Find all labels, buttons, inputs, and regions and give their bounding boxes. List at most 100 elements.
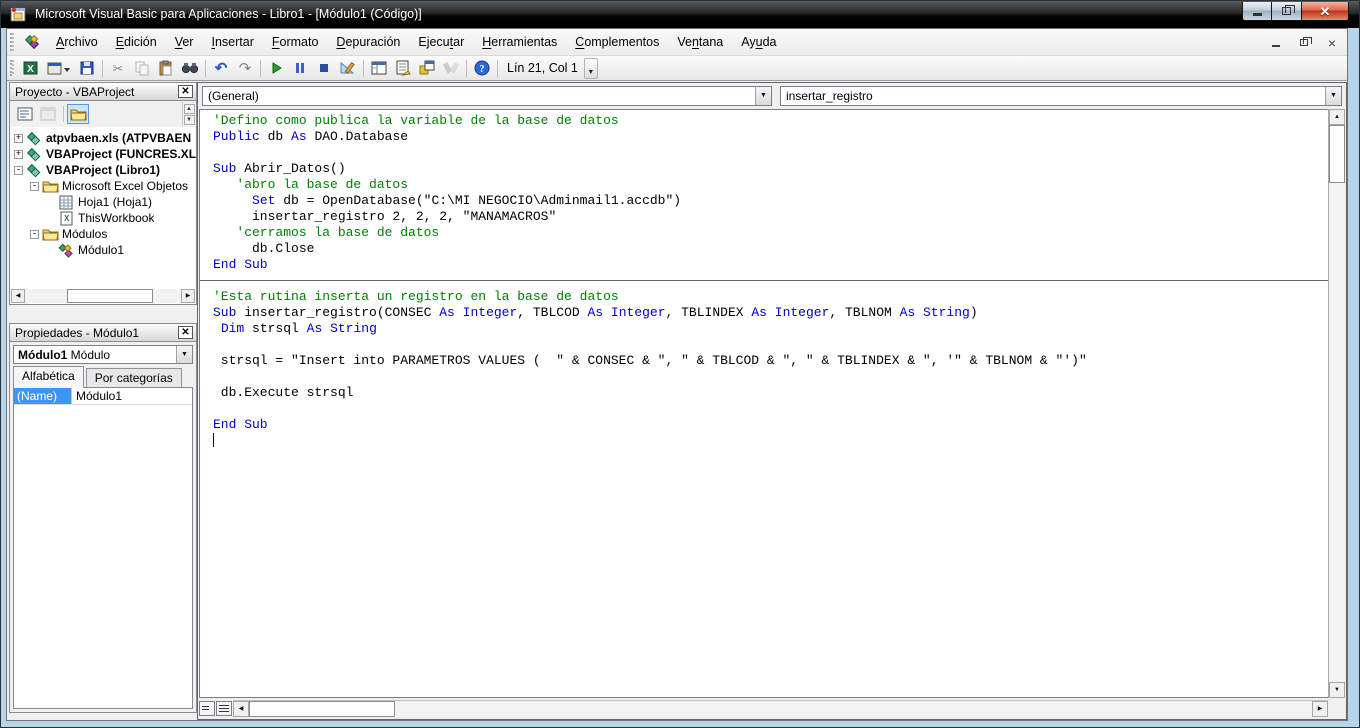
tree-item[interactable]: + atpvbaen.xls (ATPVBAEN	[10, 130, 196, 146]
hscroll-thumb[interactable]	[249, 700, 395, 717]
collapse-icon[interactable]: -	[30, 181, 39, 191]
code-line: insertar_registro 2, 2, 2, "MANAMACROS"	[213, 209, 557, 224]
toolbar-grip[interactable]	[10, 59, 15, 77]
vba-logo-icon	[23, 34, 41, 50]
toolbox-button[interactable]	[440, 58, 462, 79]
procedure-dropdown[interactable]: insertar_registro ▼	[780, 86, 1342, 106]
tree-item[interactable]: - Módulos	[10, 226, 196, 242]
scroll-down-icon[interactable]: ▼	[183, 114, 195, 125]
project-panel-header[interactable]: Proyecto - VBAProject ✕	[9, 82, 197, 101]
hscroll-thumb[interactable]	[67, 289, 153, 303]
mdi-restore-button[interactable]	[1297, 36, 1312, 50]
project-explorer-panel: Proyecto - VBAProject ✕ ▲ ▼ + atpvbaen.xls…	[9, 82, 197, 319]
menu-herramientas[interactable]: Herramientas	[473, 30, 566, 55]
mdi-close-button[interactable]: ×	[1325, 35, 1339, 51]
copy-button[interactable]	[131, 58, 153, 79]
menu-ventana[interactable]: Ventana	[668, 30, 732, 55]
properties-object-dropdown[interactable]: Módulo1 Módulo ▼	[13, 345, 193, 364]
tree-item[interactable]: - Microsoft Excel Objetos	[10, 178, 196, 194]
menu-archivo[interactable]: Archivo	[47, 30, 107, 55]
menu-edicion[interactable]: Edición	[107, 30, 166, 55]
insert-userform-button[interactable]	[44, 58, 74, 79]
standard-toolbar: X ✂ ↶ ↷ ? Lín 21, Col 1 ▼	[7, 56, 1347, 81]
design-mode-button[interactable]	[337, 58, 359, 79]
save-button[interactable]	[76, 58, 98, 79]
toggle-folders-button[interactable]	[67, 104, 89, 124]
code-line	[200, 273, 1328, 289]
procedure-dropdown-value: insertar_registro	[786, 89, 873, 103]
object-dropdown-value: (General)	[208, 89, 259, 103]
undo-button[interactable]: ↶	[210, 58, 232, 79]
procedure-view-button[interactable]	[199, 700, 215, 716]
property-value[interactable]: Módulo1	[72, 388, 192, 404]
redo-button[interactable]: ↷	[234, 58, 256, 79]
reset-button[interactable]	[313, 58, 335, 79]
tab-por-categori-as[interactable]: Por categorías	[85, 368, 182, 388]
minimize-button[interactable]	[1242, 2, 1272, 21]
code-hscrollbar[interactable]: ◀ ▶	[233, 699, 1328, 717]
property-name[interactable]: (Name)	[14, 388, 72, 404]
paste-button[interactable]	[155, 58, 177, 79]
project-explorer-button[interactable]	[368, 58, 390, 79]
project-tree-mini-scrollbar[interactable]: ▲ ▼	[182, 102, 195, 126]
mdi-minimize-button[interactable]	[1269, 36, 1283, 50]
toolbar-overflow-button[interactable]: ▼	[583, 57, 598, 79]
collapse-icon[interactable]: -	[30, 229, 39, 239]
object-dropdown[interactable]: (General) ▼	[202, 86, 772, 106]
tree-item[interactable]: Hoja1 (Hoja1)	[10, 194, 196, 210]
tab-alfabe-tica[interactable]: Alfabética	[13, 366, 84, 388]
properties-panel-close-button[interactable]: ✕	[178, 326, 193, 339]
chevron-down-icon[interactable]: ▼	[1325, 87, 1341, 105]
close-button[interactable]: ✕	[1301, 2, 1349, 21]
properties-panel-header[interactable]: Propiedades - Módulo1 ✕	[9, 323, 197, 342]
tree-item[interactable]: + VBAProject (FUNCRES.XL	[10, 146, 196, 162]
tree-item[interactable]: Módulo1	[10, 242, 196, 258]
property-row[interactable]: (Name) Módulo1	[14, 388, 192, 405]
cut-button[interactable]: ✂	[107, 58, 129, 79]
scroll-down-icon[interactable]: ▼	[1329, 682, 1345, 698]
cut-icon: ✂	[112, 60, 124, 76]
menu-complementos[interactable]: Complementos	[566, 30, 668, 55]
scroll-up-icon[interactable]: ▲	[1329, 109, 1345, 125]
expand-icon[interactable]: +	[14, 149, 23, 159]
view-object-button[interactable]	[37, 104, 59, 124]
scroll-right-icon[interactable]: ▶	[1312, 700, 1328, 717]
vscroll-thumb[interactable]	[1329, 125, 1345, 183]
view-code-button[interactable]	[14, 104, 36, 124]
worksheet-icon	[58, 195, 75, 210]
code-line: strsql = "Insert into PARAMETROS VALUES …	[213, 353, 1087, 368]
code-vscrollbar[interactable]: ▲ ▼	[1328, 109, 1345, 698]
tree-item[interactable]: X ThisWorkbook	[10, 210, 196, 226]
project-panel-close-button[interactable]: ✕	[178, 85, 193, 98]
scroll-up-icon[interactable]: ▲	[183, 103, 195, 114]
maximize-button[interactable]	[1272, 2, 1301, 21]
chevron-down-icon[interactable]: ▼	[176, 346, 192, 363]
find-button[interactable]	[179, 58, 201, 79]
scroll-left-icon[interactable]: ◀	[233, 700, 249, 717]
menu-depuracion[interactable]: Depuración	[327, 30, 409, 55]
project-tree-hscrollbar[interactable]: ◀ ▶	[11, 289, 195, 303]
menu-formato[interactable]: Formato	[263, 30, 328, 55]
menu-ayuda[interactable]: Ayuda	[732, 30, 785, 55]
full-module-view-button[interactable]	[216, 700, 232, 716]
menu-ejecutar[interactable]: Ejecutar	[409, 30, 473, 55]
object-browser-button[interactable]	[416, 58, 438, 79]
code-line: End Sub	[213, 257, 268, 272]
properties-window-button[interactable]	[392, 58, 414, 79]
view-excel-button[interactable]: X	[20, 58, 42, 79]
help-button[interactable]: ?	[471, 58, 493, 79]
scroll-right-icon[interactable]: ▶	[181, 289, 195, 303]
break-button[interactable]	[289, 58, 311, 79]
menubar-grip[interactable]	[10, 32, 15, 52]
scroll-left-icon[interactable]: ◀	[11, 289, 25, 303]
chevron-down-icon[interactable]: ▼	[755, 87, 771, 105]
expand-icon[interactable]: +	[14, 133, 23, 143]
tree-item[interactable]: - VBAProject (Libro1)	[10, 162, 196, 178]
menu-ver[interactable]: Ver	[166, 30, 203, 55]
code-line: Public db As DAO.Database	[213, 129, 409, 144]
menu-insertar[interactable]: Insertar	[202, 30, 262, 55]
code-editor[interactable]: 'Defino como publica la variable de la b…	[199, 109, 1328, 698]
collapse-icon[interactable]: -	[14, 165, 23, 175]
run-button[interactable]	[265, 58, 287, 79]
